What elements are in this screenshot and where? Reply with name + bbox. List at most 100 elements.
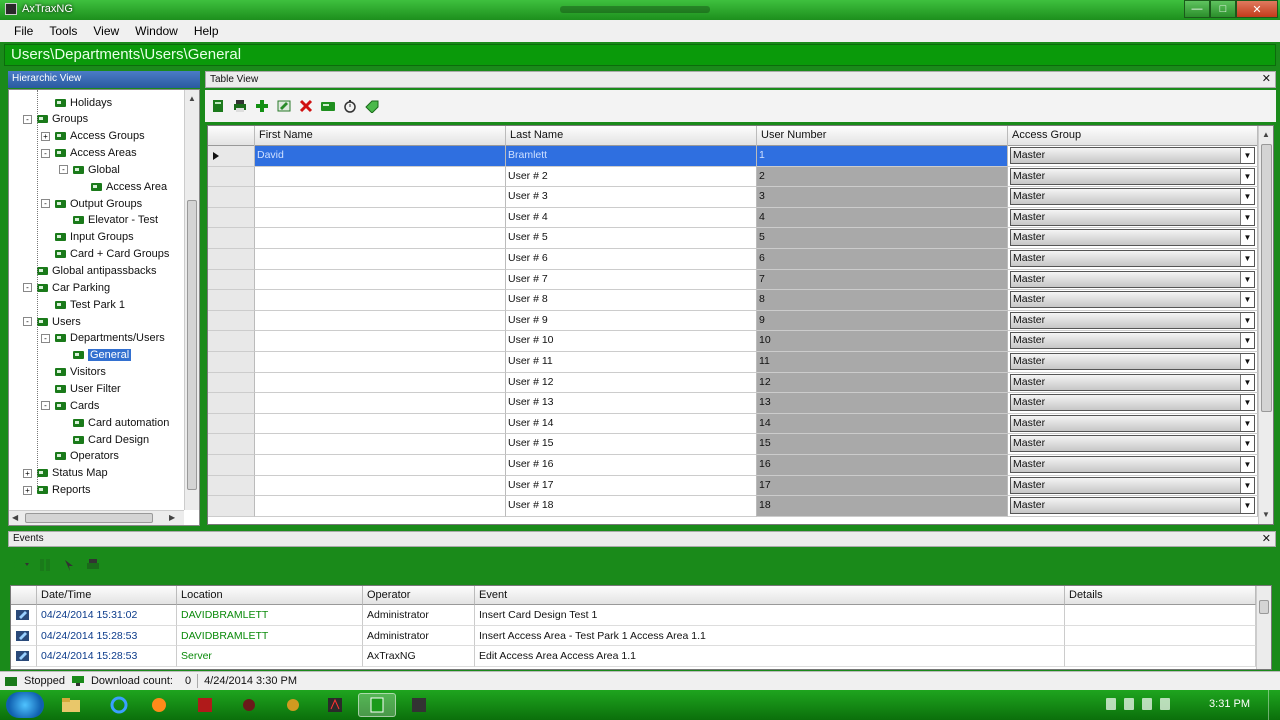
- timer-button[interactable]: [341, 97, 359, 115]
- row-indicator[interactable]: [208, 475, 255, 497]
- tree-node[interactable]: - Departments/Users: [41, 330, 165, 347]
- chevron-down-icon[interactable]: ▼: [1240, 498, 1254, 514]
- scroll-down-arrow-icon[interactable]: ▼: [1262, 510, 1270, 519]
- events-vertical-scrollbar[interactable]: [1256, 586, 1271, 669]
- row-indicator[interactable]: [208, 228, 255, 249]
- row-indicator[interactable]: [208, 166, 255, 188]
- table-row[interactable]: User # 14 14 Master ▼: [208, 413, 1258, 435]
- access-group-dropdown[interactable]: Master ▼: [1010, 497, 1255, 515]
- tree-hscroll-thumb[interactable]: [25, 513, 153, 523]
- cell-first-name[interactable]: David: [255, 146, 506, 167]
- pause-button[interactable]: [36, 556, 54, 574]
- cell-user-number[interactable]: 2: [757, 166, 1008, 188]
- cell-last-name[interactable]: User # 9: [506, 310, 757, 332]
- cell-last-name[interactable]: User # 6: [506, 249, 757, 270]
- tray-icon-2[interactable]: [1124, 698, 1134, 710]
- cell-first-name[interactable]: [255, 269, 506, 291]
- cell-user-number[interactable]: 16: [757, 455, 1008, 476]
- tree-node[interactable]: - Users: [23, 313, 81, 330]
- column-header-first-name[interactable]: First Name: [255, 126, 506, 146]
- events-print-button[interactable]: [84, 556, 102, 574]
- cell-user-number[interactable]: 1: [757, 146, 1008, 167]
- cell-user-number[interactable]: 18: [757, 496, 1008, 517]
- tree-node[interactable]: Global antipassbacks: [23, 263, 157, 280]
- access-group-dropdown[interactable]: Master ▼: [1010, 291, 1255, 309]
- events-scroll-thumb[interactable]: [1259, 600, 1269, 614]
- table-row[interactable]: User # 18 18 Master ▼: [208, 496, 1258, 517]
- tree-node[interactable]: Input Groups: [41, 229, 134, 246]
- cell-user-number[interactable]: 12: [757, 372, 1008, 394]
- cell-first-name[interactable]: [255, 372, 506, 394]
- cell-first-name[interactable]: [255, 187, 506, 208]
- cell-user-number[interactable]: 4: [757, 207, 1008, 229]
- access-group-dropdown[interactable]: Master ▼: [1010, 394, 1255, 412]
- row-indicator[interactable]: [208, 331, 255, 352]
- taskbar-axtraxng-button[interactable]: [358, 693, 396, 717]
- tree-expander-icon[interactable]: -: [23, 114, 32, 124]
- print-button[interactable]: [231, 97, 249, 115]
- cell-user-number[interactable]: 3: [757, 187, 1008, 208]
- cell-user-number[interactable]: 15: [757, 434, 1008, 455]
- add-button[interactable]: [253, 97, 271, 115]
- cell-first-name[interactable]: [255, 352, 506, 373]
- export-button[interactable]: [209, 97, 227, 115]
- events-close-icon[interactable]: ✕: [1262, 532, 1271, 546]
- row-indicator[interactable]: [208, 352, 255, 373]
- chevron-down-icon[interactable]: ▼: [1240, 395, 1254, 411]
- cell-last-name[interactable]: User # 7: [506, 269, 757, 291]
- tree-scroll-thumb[interactable]: [187, 200, 197, 490]
- tree-node[interactable]: - Global: [59, 161, 120, 178]
- tree-node[interactable]: User Filter: [41, 380, 121, 397]
- access-group-dropdown[interactable]: Master ▼: [1010, 456, 1255, 473]
- tree-horizontal-scrollbar[interactable]: ◀ ▶: [9, 510, 184, 525]
- cell-last-name[interactable]: User # 13: [506, 393, 757, 414]
- delete-button[interactable]: [297, 97, 315, 115]
- tree-node[interactable]: Card + Card Groups: [41, 246, 169, 263]
- tree-expander-icon[interactable]: -: [41, 199, 50, 209]
- row-indicator[interactable]: [208, 207, 255, 229]
- access-group-dropdown[interactable]: Master ▼: [1010, 208, 1255, 226]
- taskbar-app6-button[interactable]: [400, 693, 438, 717]
- chevron-down-icon[interactable]: ▼: [1240, 271, 1254, 287]
- minimize-button[interactable]: —: [1184, 0, 1210, 18]
- access-group-dropdown[interactable]: Master ▼: [1010, 332, 1255, 350]
- tree-node[interactable]: Operators: [41, 448, 119, 465]
- cell-user-number[interactable]: 5: [757, 228, 1008, 249]
- row-indicator[interactable]: [208, 496, 255, 517]
- pin-button[interactable]: [60, 556, 78, 574]
- tree-expander-icon[interactable]: -: [23, 283, 32, 293]
- table-view-close-icon[interactable]: ✕: [1262, 72, 1271, 87]
- row-indicator[interactable]: [208, 372, 255, 394]
- row-indicator[interactable]: [208, 393, 255, 414]
- column-header-user-number[interactable]: User Number: [757, 126, 1008, 146]
- table-row[interactable]: User # 17 17 Master ▼: [208, 475, 1258, 497]
- cell-last-name[interactable]: User # 4: [506, 207, 757, 229]
- maximize-button[interactable]: □: [1210, 0, 1236, 18]
- menu-view[interactable]: View: [85, 24, 127, 38]
- row-indicator[interactable]: [208, 146, 255, 167]
- show-desktop-button[interactable]: [1268, 690, 1280, 720]
- table-row[interactable]: User # 5 5 Master ▼: [208, 228, 1258, 249]
- chevron-down-icon[interactable]: ▼: [1240, 312, 1254, 328]
- row-indicator[interactable]: [208, 187, 255, 208]
- event-row[interactable]: 04/24/2014 15:28:53 DAVIDBRAMLETT Administ…: [11, 625, 1256, 646]
- cell-user-number[interactable]: 17: [757, 475, 1008, 497]
- cell-last-name[interactable]: User # 8: [506, 290, 757, 311]
- access-group-dropdown[interactable]: Master ▼: [1010, 167, 1255, 185]
- taskbar-app4-button[interactable]: [274, 693, 312, 717]
- cell-last-name[interactable]: Bramlett: [506, 146, 757, 167]
- access-group-dropdown[interactable]: Master ▼: [1010, 250, 1255, 267]
- cell-user-number[interactable]: 8: [757, 290, 1008, 311]
- menu-help[interactable]: Help: [186, 24, 227, 38]
- scroll-up-arrow-icon[interactable]: ▲: [1262, 130, 1270, 139]
- taskbar-app2-button[interactable]: [186, 693, 224, 717]
- chevron-down-icon[interactable]: ▼: [1240, 415, 1254, 431]
- access-group-dropdown[interactable]: Master ▼: [1010, 147, 1255, 164]
- table-row[interactable]: User # 7 7 Master ▼: [208, 269, 1258, 291]
- cell-user-number[interactable]: 11: [757, 352, 1008, 373]
- chevron-down-icon[interactable]: ▼: [1240, 457, 1254, 472]
- cell-first-name[interactable]: [255, 228, 506, 249]
- cell-user-number[interactable]: 6: [757, 249, 1008, 270]
- tree-expander-icon[interactable]: -: [59, 165, 68, 175]
- taskbar-ie-button[interactable]: [100, 693, 138, 717]
